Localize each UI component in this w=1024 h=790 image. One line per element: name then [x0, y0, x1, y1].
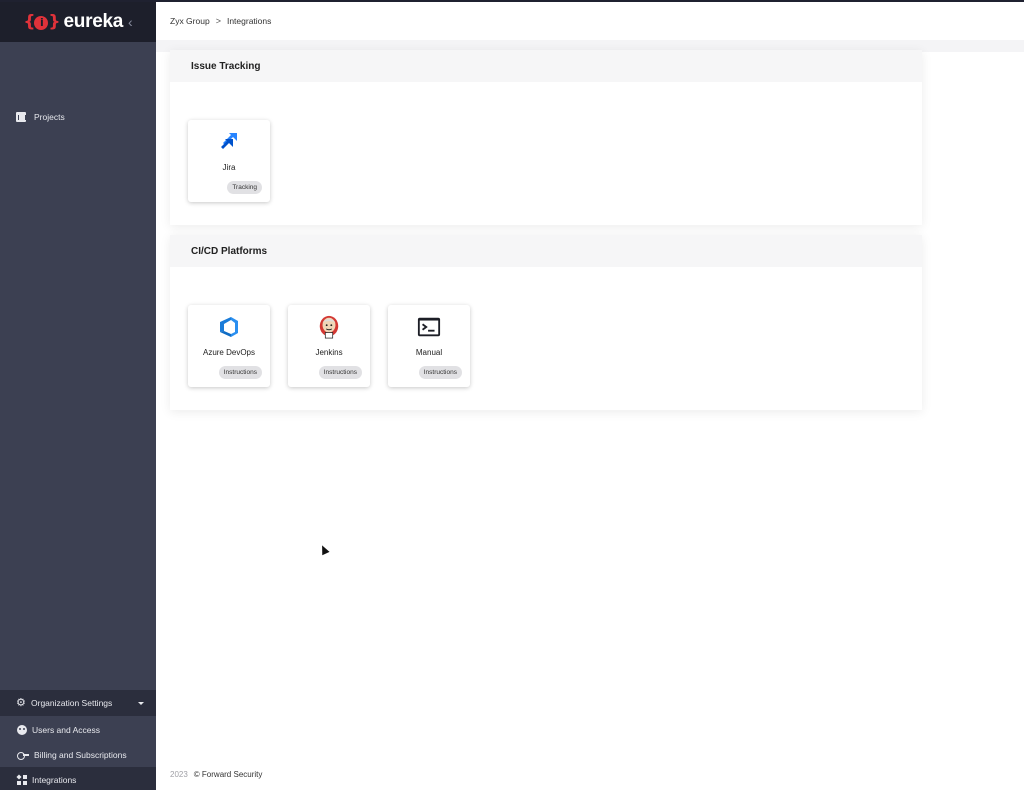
breadcrumb-parent[interactable]: Zyx Group: [170, 16, 210, 26]
logo-mark: {i}: [23, 12, 60, 32]
key-icon: [17, 751, 29, 760]
section-title: CI/CD Platforms: [170, 235, 922, 267]
logo-bar: {i} eureka ‹: [0, 2, 156, 42]
footer-year: 2023: [170, 770, 188, 779]
sidebar-item-label: Billing and Subscriptions: [34, 749, 127, 760]
main-content: Issue Tracking Jira Tracking CI/CD Platf…: [156, 40, 1024, 790]
sidebar-item-label: Integrations: [32, 774, 77, 785]
collapse-sidebar-icon[interactable]: ‹: [128, 14, 133, 30]
jira-icon: [217, 130, 241, 154]
azure-devops-icon: [217, 315, 241, 339]
integration-name: Jira: [222, 163, 236, 172]
users-icon: [17, 724, 27, 735]
sidebar-item-label: Projects: [34, 112, 65, 122]
breadcrumb-current: Integrations: [226, 16, 272, 26]
integration-card-manual[interactable]: Manual Instructions: [388, 305, 470, 387]
section-title: Issue Tracking: [170, 50, 922, 82]
sidebar-item-label: Users and Access: [32, 724, 101, 735]
integration-card-azure-devops[interactable]: Azure DevOps Instructions: [188, 305, 270, 387]
jenkins-icon: [317, 315, 341, 339]
issue-tracking-section: Issue Tracking Jira Tracking: [170, 50, 922, 225]
sidebar-item-label: Organization Settings: [31, 698, 113, 708]
integration-name: Jenkins: [315, 348, 343, 357]
logo-text: eureka: [63, 11, 124, 32]
bar-chart-icon: [16, 112, 26, 122]
integration-chip[interactable]: Instructions: [218, 366, 262, 379]
integration-card-jira[interactable]: Jira Tracking: [188, 120, 270, 202]
eureka-logo[interactable]: {i} eureka ‹: [23, 11, 132, 33]
sidebar-item-projects[interactable]: Projects: [0, 104, 156, 130]
sidebar: {i} eureka ‹ Projects ⚙ Organization Set…: [0, 2, 156, 790]
integration-chip[interactable]: Tracking: [227, 181, 262, 194]
integration-chip[interactable]: Instructions: [418, 366, 462, 379]
terminal-icon: [417, 315, 441, 339]
footer: 2023 © Forward Security: [170, 770, 262, 779]
integration-name: Azure DevOps: [202, 348, 256, 357]
integration-name: Manual: [415, 348, 443, 357]
integration-chip[interactable]: Instructions: [318, 366, 362, 379]
sidebar-item-organization-settings[interactable]: ⚙ Organization Settings: [0, 690, 156, 716]
caret-down-icon: [138, 701, 144, 705]
sidebar-item-billing-and-subscriptions[interactable]: Billing and Subscriptions: [0, 742, 156, 767]
breadcrumb-separator: >: [215, 16, 221, 26]
sidebar-item-integrations[interactable]: Integrations: [0, 767, 156, 790]
sidebar-item-users-and-access[interactable]: Users and Access: [0, 717, 156, 742]
breadcrumb: Zyx Group > Integrations: [156, 2, 1024, 40]
puzzle-icon: [16, 773, 27, 785]
ci-cd-platforms-section: CI/CD Platforms Azure DevOps Instruction…: [170, 235, 922, 410]
gear-icon: ⚙: [16, 697, 26, 709]
integration-card-jenkins[interactable]: Jenkins Instructions: [288, 305, 370, 387]
footer-copyright: © Forward Security: [193, 770, 263, 779]
